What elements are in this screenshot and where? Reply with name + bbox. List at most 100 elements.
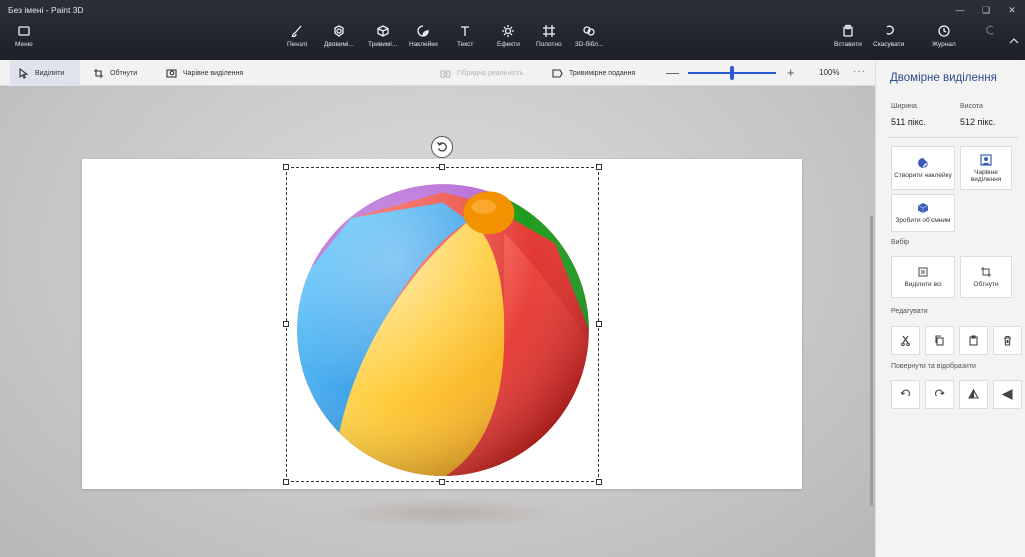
magic-select-panel-button[interactable]: Чарівне виділення [960, 146, 1012, 190]
magic-select-icon [166, 68, 177, 78]
width-value[interactable]: 511 пікс. [891, 117, 926, 127]
zoom-slider-thumb[interactable] [730, 66, 734, 80]
select-all-button[interactable]: Виділити всі [891, 256, 955, 298]
make-3d-button[interactable]: Зробити об'ємним [891, 194, 955, 232]
height-label: Висота [960, 103, 983, 110]
tool-options-bar: Виділити Обтнути Чарівне виділення Гібри… [0, 60, 875, 86]
mixed-reality-icon [440, 69, 451, 78]
tool-stickers[interactable]: Наклейки [409, 24, 438, 48]
cut-button[interactable] [891, 326, 920, 355]
zoom-in-button[interactable]: + [787, 66, 795, 79]
2d-shapes-icon [334, 25, 344, 37]
rotate-right-icon [934, 389, 945, 397]
panel-title: Двомірне виділення [890, 72, 997, 84]
rotate-right-button[interactable] [925, 380, 954, 409]
crop-panel-label: Обтнути [973, 281, 999, 288]
restore-button[interactable]: ❏ [973, 0, 999, 20]
resize-handle-right[interactable] [596, 321, 602, 327]
history-button[interactable]: Журнал [932, 24, 956, 48]
select-tool-button[interactable]: Виділити [10, 60, 80, 86]
text-icon [461, 26, 470, 36]
magic-select-label: Чарівне виділення [183, 69, 244, 77]
height-value[interactable]: 512 пікс. [960, 117, 995, 127]
3d-view-icon [552, 68, 563, 78]
paint3d-window: { "window":{"title":"Без імені - Paint 3… [0, 0, 1025, 557]
crop-icon [981, 267, 991, 277]
selection-box[interactable] [286, 167, 599, 482]
close-button[interactable]: ✕ [999, 0, 1025, 20]
select-all-label: Виділити всі [904, 281, 942, 288]
floor-reflection [330, 498, 560, 528]
resize-handle-bottom[interactable] [439, 479, 445, 485]
cube-icon [917, 203, 929, 213]
width-label: Ширина [891, 103, 917, 110]
paste-button[interactable]: Вставити [834, 24, 862, 48]
resize-handle-bottom-left[interactable] [283, 479, 289, 485]
select-label: Виділити [35, 69, 65, 77]
workspace [0, 86, 875, 557]
redo-icon [986, 25, 994, 35]
menu-label: Меню [15, 41, 33, 48]
resize-handle-top-right[interactable] [596, 164, 602, 170]
make-sticker-button[interactable]: Створити наклейку [891, 146, 955, 190]
delete-button[interactable] [993, 326, 1022, 355]
resize-handle-bottom-right[interactable] [596, 479, 602, 485]
history-icon [938, 25, 950, 37]
tool-3d-library[interactable]: 3D-бібл... [575, 24, 603, 48]
tool-2d-shapes[interactable]: Двовимі... [324, 24, 354, 48]
tool-label: Наклейки [409, 41, 438, 48]
tool-text[interactable]: Текст [457, 24, 473, 48]
more-options-button[interactable]: ··· [853, 66, 866, 77]
window-title: Без імені - Paint 3D [8, 5, 84, 15]
rotate-handle[interactable] [431, 136, 453, 158]
copy-icon [935, 335, 944, 346]
selection-section-label: Вибір [891, 239, 910, 246]
collapse-ribbon-icon[interactable] [1009, 36, 1019, 46]
tool-3d-shapes[interactable]: Тривимі... [368, 24, 397, 48]
clipboard-icon [969, 335, 978, 346]
divider [888, 137, 1018, 138]
select-all-icon [918, 267, 928, 277]
copy-button[interactable] [925, 326, 954, 355]
flip-vertical-icon [968, 389, 979, 399]
tool-effects[interactable]: Ефекти [497, 24, 520, 48]
crop-panel-button[interactable]: Обтнути [960, 256, 1012, 298]
paste-panel-button[interactable] [959, 326, 988, 355]
flip-vertical-button[interactable] [959, 380, 988, 409]
resize-handle-left[interactable] [283, 321, 289, 327]
resize-handle-top-left[interactable] [283, 164, 289, 170]
history-label: Журнал [932, 41, 956, 48]
menu-button[interactable]: Меню [15, 24, 33, 48]
mixed-reality-button[interactable]: Гібридна реальність [432, 60, 531, 86]
minimize-button[interactable]: — [947, 0, 973, 20]
properties-panel: Двомірне виділення Ширина Висота 511 пік… [875, 60, 1025, 557]
zoom-out-button[interactable]: — [666, 66, 679, 79]
flip-horizontal-button[interactable] [993, 380, 1022, 409]
paste-label: Вставити [834, 41, 862, 48]
tool-label: Пензлі [287, 41, 308, 48]
rotate-left-button[interactable] [891, 380, 920, 409]
tool-canvas[interactable]: Полотно [536, 24, 562, 48]
3d-view-label: Тривимірне подання [569, 69, 636, 77]
crop-tool-button[interactable]: Обтнути [85, 60, 145, 86]
tool-label: Ефекти [497, 41, 520, 48]
undo-button[interactable]: Скасувати [873, 24, 904, 48]
mixed-reality-label: Гібридна реальність [457, 69, 524, 77]
canvas-icon [542, 25, 555, 37]
sticker-icon [417, 25, 430, 37]
folder-icon [18, 26, 30, 36]
magic-select-button[interactable]: Чарівне виділення [158, 60, 251, 86]
flip-horizontal-icon [1002, 389, 1013, 400]
clipboard-icon [843, 24, 853, 37]
cut-icon [901, 335, 910, 346]
redo-button[interactable] [984, 24, 998, 38]
rotate-left-icon [900, 389, 911, 397]
3d-view-button[interactable]: Тривимірне подання [544, 60, 643, 86]
resize-handle-top[interactable] [439, 164, 445, 170]
vertical-scrollbar[interactable] [870, 216, 873, 506]
cursor-icon [19, 67, 29, 79]
zoom-level: 100% [819, 68, 840, 77]
tool-brushes[interactable]: Пензлі [287, 24, 307, 48]
tool-label: Двовимі... [324, 41, 354, 48]
cube-icon [376, 25, 389, 37]
